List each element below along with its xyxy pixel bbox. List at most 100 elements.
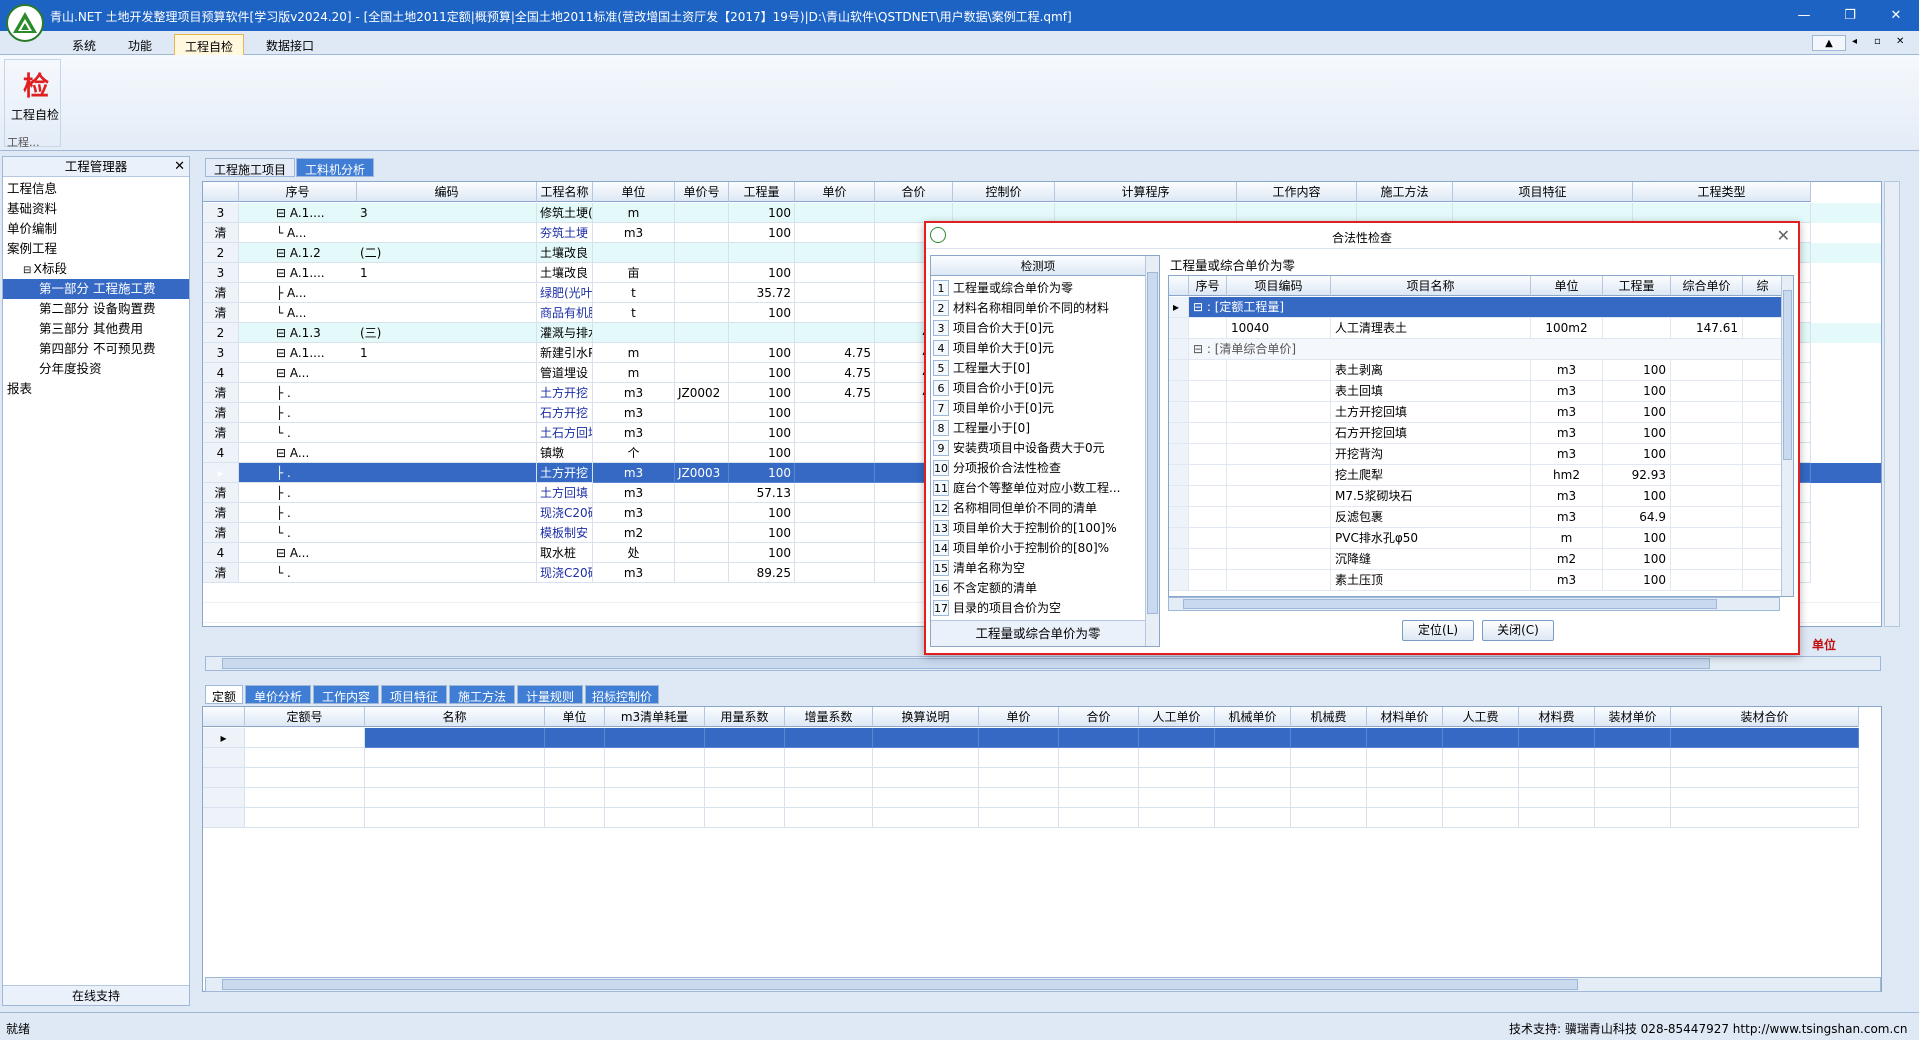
grid-cell[interactable] xyxy=(357,283,537,303)
grid-cell[interactable] xyxy=(1215,728,1291,748)
grid-cell[interactable]: 清 xyxy=(203,523,239,543)
grid-cell[interactable] xyxy=(1189,549,1227,570)
column-header[interactable]: 装材单价 xyxy=(1595,707,1671,727)
bottom-hscrollbar[interactable] xyxy=(205,977,1881,992)
grid-cell[interactable] xyxy=(1603,318,1671,339)
grid-cell[interactable] xyxy=(1671,549,1743,570)
grid-cell[interactable] xyxy=(1671,808,1859,828)
grid-cell[interactable]: m xyxy=(593,343,675,363)
selfcheck-button-label[interactable]: 工程自检 xyxy=(11,106,59,123)
grid-cell[interactable]: m3 xyxy=(593,503,675,523)
tab-construction-items[interactable]: 工程施工项目 xyxy=(205,158,296,177)
grid-cell[interactable]: m3 xyxy=(593,483,675,503)
grid-cell[interactable]: PVC排水孔φ50 xyxy=(1331,528,1531,549)
grid-cell[interactable] xyxy=(873,808,979,828)
grid-cell[interactable] xyxy=(1743,423,1783,444)
grid-cell[interactable]: ⊟ A.1.... xyxy=(273,343,357,363)
grid-cell[interactable]: └ A... xyxy=(273,223,357,243)
grid-cell[interactable]: 管道埋设 xyxy=(537,363,593,383)
grid-cell[interactable] xyxy=(1743,444,1783,465)
column-header[interactable]: 人工单价 xyxy=(1139,707,1215,727)
grid-cell[interactable] xyxy=(1139,748,1215,768)
grid-cell[interactable] xyxy=(239,343,273,363)
grid-cell[interactable]: 表土剥离 xyxy=(1331,360,1531,381)
menu-tab-selfcheck[interactable]: 工程自检 xyxy=(174,34,245,55)
grid-cell[interactable] xyxy=(239,323,273,343)
grid-cell[interactable] xyxy=(795,443,875,463)
grid-cell[interactable] xyxy=(1189,402,1227,423)
grid-cell[interactable] xyxy=(729,243,795,263)
grid-cell[interactable] xyxy=(785,768,873,788)
grid-cell[interactable]: 100 xyxy=(1603,360,1671,381)
grid-cell[interactable] xyxy=(1743,465,1783,486)
grid-cell[interactable] xyxy=(1291,748,1367,768)
grid-cell[interactable] xyxy=(1169,423,1189,444)
grid-cell[interactable]: 清 xyxy=(203,303,239,323)
grid-cell[interactable]: 土壤改良 xyxy=(537,263,593,283)
grid-cell[interactable] xyxy=(1291,808,1367,828)
grid-cell[interactable]: 现浇C20砼 xyxy=(537,563,593,583)
grid-cell[interactable] xyxy=(979,788,1059,808)
check-list-scroll-thumb[interactable] xyxy=(1147,272,1158,614)
column-header[interactable]: 人工费 xyxy=(1443,707,1519,727)
column-header[interactable]: 施工方法 xyxy=(1357,182,1453,202)
grid-cell[interactable] xyxy=(1237,203,1357,223)
grid-cell[interactable]: m xyxy=(1531,528,1603,549)
check-item[interactable]: 14 项目单价小于控制价的[80]% xyxy=(931,538,1145,558)
grid-cell[interactable] xyxy=(1743,549,1783,570)
check-item[interactable]: 1 工程量或综合单价为零 xyxy=(931,278,1145,298)
grid-cell[interactable] xyxy=(1215,808,1291,828)
grid-cell[interactable] xyxy=(545,788,605,808)
grid-cell[interactable] xyxy=(1595,748,1671,768)
grid-cell[interactable] xyxy=(795,503,875,523)
grid-cell[interactable] xyxy=(795,303,875,323)
grid-cell[interactable] xyxy=(979,728,1059,748)
column-header[interactable]: 定额号 xyxy=(245,707,365,727)
grid-cell[interactable]: M7.5浆砌块石 xyxy=(1331,486,1531,507)
grid-cell[interactable] xyxy=(239,223,273,243)
grid-cell[interactable]: 个 xyxy=(593,443,675,463)
grid-cell[interactable]: 100 xyxy=(1603,423,1671,444)
grid-cell[interactable]: 开挖背沟 xyxy=(1331,444,1531,465)
column-header[interactable]: 序号 xyxy=(239,182,357,202)
grid-cell[interactable] xyxy=(1227,507,1331,528)
grid-cell[interactable] xyxy=(675,503,729,523)
result-group-row[interactable]: ▸ ⊟ : [定额工程量] xyxy=(1169,297,1793,318)
grid-cell[interactable] xyxy=(245,748,365,768)
grid-cell[interactable] xyxy=(675,543,729,563)
grid-cell[interactable] xyxy=(1139,728,1215,748)
grid-cell[interactable] xyxy=(1671,788,1859,808)
grid-cell[interactable]: (二) xyxy=(357,243,537,263)
result-group-row[interactable]: ⊟ : [清单综合单价] xyxy=(1169,339,1793,360)
grid-cell[interactable] xyxy=(1671,465,1743,486)
grid-cell[interactable]: ⊟ A.1.2 xyxy=(273,243,357,263)
grid-cell[interactable]: (三) xyxy=(357,323,537,343)
grid-cell[interactable] xyxy=(705,728,785,748)
grid-cell[interactable] xyxy=(675,323,729,343)
grid-cell[interactable]: m3 xyxy=(593,403,675,423)
grid-cell[interactable] xyxy=(1671,486,1743,507)
grid-cell[interactable] xyxy=(239,203,273,223)
grid-cell[interactable]: t xyxy=(593,303,675,323)
grid-cell[interactable] xyxy=(875,203,953,223)
column-header[interactable]: 项目编码 xyxy=(1227,276,1331,296)
bottom-tab[interactable]: 计量规则 xyxy=(517,685,583,704)
grid-cell[interactable] xyxy=(795,523,875,543)
grid-cell[interactable] xyxy=(1519,748,1595,768)
grid-cell[interactable]: 人工清理表土 xyxy=(1331,318,1531,339)
grid-cell[interactable]: 100 xyxy=(729,203,795,223)
results-hscroll-thumb[interactable] xyxy=(1183,599,1717,609)
grid-cell[interactable] xyxy=(1453,203,1633,223)
grid-cell[interactable] xyxy=(675,483,729,503)
grid-cell[interactable] xyxy=(357,223,537,243)
grid-cell[interactable] xyxy=(203,808,245,828)
column-header[interactable]: 工程名称 xyxy=(537,182,593,202)
grid-cell[interactable] xyxy=(1227,381,1331,402)
grid-cell[interactable]: 挖土爬犁 xyxy=(1331,465,1531,486)
grid-cell[interactable]: 100 xyxy=(729,523,795,543)
grid-cell[interactable] xyxy=(795,283,875,303)
grid-cell[interactable] xyxy=(675,303,729,323)
grid-cell[interactable] xyxy=(239,423,273,443)
grid-cell[interactable] xyxy=(1169,507,1189,528)
grid-cell[interactable] xyxy=(1595,768,1671,788)
